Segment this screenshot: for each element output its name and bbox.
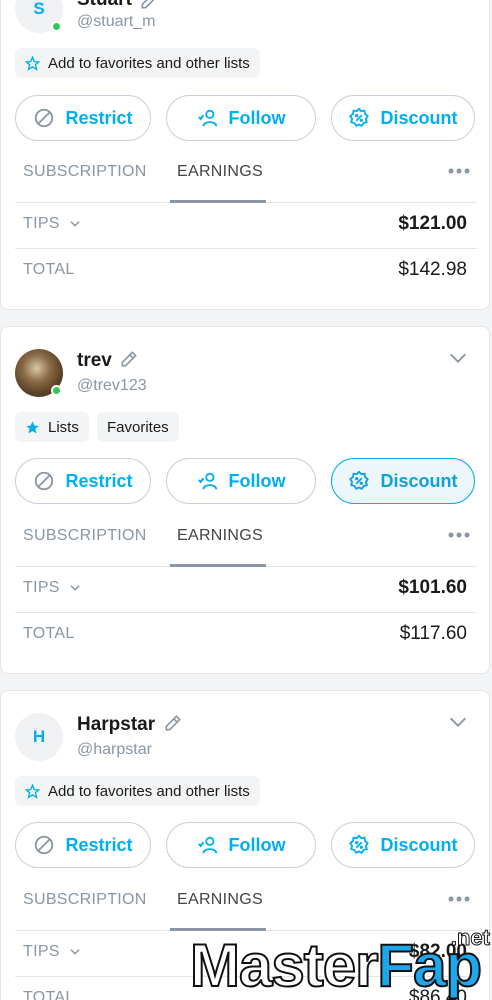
watermark-main: Master <box>189 932 379 999</box>
follow-button[interactable]: Follow <box>166 95 316 141</box>
tab-bar: SUBSCRIPTION EARNINGS <box>15 527 477 567</box>
watermark-logo: .net MasterFap <box>189 925 492 1000</box>
restrict-icon <box>35 471 54 491</box>
total-label: TOTAL <box>23 625 75 642</box>
edit-pencil-icon[interactable] <box>119 349 139 369</box>
follow-button[interactable]: Follow <box>166 822 316 868</box>
tab-earnings[interactable]: EARNINGS <box>177 891 263 909</box>
user-name[interactable]: Stuart <box>77 0 132 11</box>
tab-subscription[interactable]: SUBSCRIPTION <box>23 527 147 545</box>
discount-button[interactable]: Discount <box>331 95 475 141</box>
online-status-dot <box>51 21 62 32</box>
user-name[interactable]: Harpstar <box>77 714 155 736</box>
chip-label: Favorites <box>107 418 169 436</box>
restrict-label: Restrict <box>65 834 133 855</box>
user-handle: @harpstar <box>77 741 152 758</box>
tips-value: $101.60 <box>398 577 467 598</box>
follow-user-icon <box>197 836 217 854</box>
follow-user-icon <box>197 109 217 127</box>
avatar-initial: S <box>33 0 45 18</box>
favorites-chip[interactable]: Favorites <box>97 412 179 442</box>
avatar-initial: H <box>32 727 46 746</box>
tips-row[interactable]: TIPS $121.00 <box>15 203 477 249</box>
watermark-accent: Fap <box>376 932 483 999</box>
discount-badge-icon <box>349 834 370 854</box>
edit-pencil-icon[interactable] <box>139 0 159 11</box>
user-handle: @trev123 <box>77 377 147 394</box>
restrict-button[interactable]: Restrict <box>15 458 151 504</box>
tab-earnings[interactable]: EARNINGS <box>177 163 263 181</box>
discount-label: Discount <box>380 470 458 491</box>
tab-subscription[interactable]: SUBSCRIPTION <box>23 163 147 181</box>
discount-button[interactable]: Discount <box>331 458 475 504</box>
total-label: TOTAL <box>23 261 75 278</box>
user-card: trev @trev123 Lists Favorites Restrict F… <box>0 326 490 674</box>
follow-button[interactable]: Follow <box>166 458 316 504</box>
total-label: TOTAL <box>23 989 75 1000</box>
total-row: TOTAL $142.98 <box>15 249 477 295</box>
watermark-text: MasterFap <box>189 935 483 997</box>
tab-earnings[interactable]: EARNINGS <box>177 527 263 545</box>
restrict-button[interactable]: Restrict <box>15 822 151 868</box>
page: S Stuart @stuart_m Add to favorites and … <box>0 0 492 1000</box>
online-status-dot <box>51 385 62 396</box>
follow-label: Follow <box>228 834 286 855</box>
restrict-label: Restrict <box>65 107 133 128</box>
total-row: TOTAL $117.60 <box>15 613 477 659</box>
more-options-icon[interactable] <box>447 167 471 175</box>
chevron-down-icon[interactable] <box>68 581 82 595</box>
star-outline-icon <box>25 55 40 71</box>
restrict-icon <box>35 108 54 128</box>
chevron-down-icon[interactable] <box>68 217 82 231</box>
discount-label: Discount <box>380 107 458 128</box>
chip-label: Add to favorites and other lists <box>48 782 250 800</box>
follow-label: Follow <box>228 470 286 491</box>
discount-button[interactable]: Discount <box>331 822 475 868</box>
restrict-button[interactable]: Restrict <box>15 95 151 141</box>
avatar[interactable]: H <box>15 713 63 761</box>
tips-label: TIPS <box>23 215 60 232</box>
tips-label: TIPS <box>23 943 60 960</box>
tips-label: TIPS <box>23 579 60 596</box>
user-card: S Stuart @stuart_m Add to favorites and … <box>0 0 490 310</box>
star-outline-icon <box>25 783 40 799</box>
chip-label: Add to favorites and other lists <box>48 54 250 72</box>
follow-label: Follow <box>228 107 286 128</box>
follow-user-icon <box>197 472 217 490</box>
more-options-icon[interactable] <box>447 531 471 539</box>
tips-value: $121.00 <box>398 213 467 234</box>
total-value: $117.60 <box>399 623 467 644</box>
discount-label: Discount <box>380 834 458 855</box>
edit-pencil-icon[interactable] <box>163 713 183 733</box>
lists-chip[interactable]: Lists <box>15 412 89 442</box>
restrict-icon <box>35 835 54 855</box>
restrict-label: Restrict <box>65 470 133 491</box>
avatar[interactable] <box>15 349 63 397</box>
collapse-chevron-icon[interactable] <box>447 347 469 369</box>
add-to-lists-chip[interactable]: Add to favorites and other lists <box>15 776 260 806</box>
star-filled-icon <box>26 420 39 433</box>
discount-badge-icon <box>349 107 370 127</box>
tab-subscription[interactable]: SUBSCRIPTION <box>23 891 147 909</box>
chevron-down-icon[interactable] <box>68 945 82 959</box>
chip-label: Lists <box>48 418 79 436</box>
user-name[interactable]: trev <box>77 350 112 372</box>
tips-row[interactable]: TIPS $101.60 <box>15 567 477 613</box>
collapse-chevron-icon[interactable] <box>447 711 469 733</box>
discount-badge-icon <box>349 470 370 490</box>
avatar[interactable]: S <box>15 0 63 33</box>
user-handle: @stuart_m <box>77 13 156 30</box>
more-options-icon[interactable] <box>447 895 471 903</box>
total-value: $142.98 <box>398 259 467 280</box>
tab-bar: SUBSCRIPTION EARNINGS <box>15 163 477 203</box>
add-to-lists-chip[interactable]: Add to favorites and other lists <box>15 48 260 78</box>
